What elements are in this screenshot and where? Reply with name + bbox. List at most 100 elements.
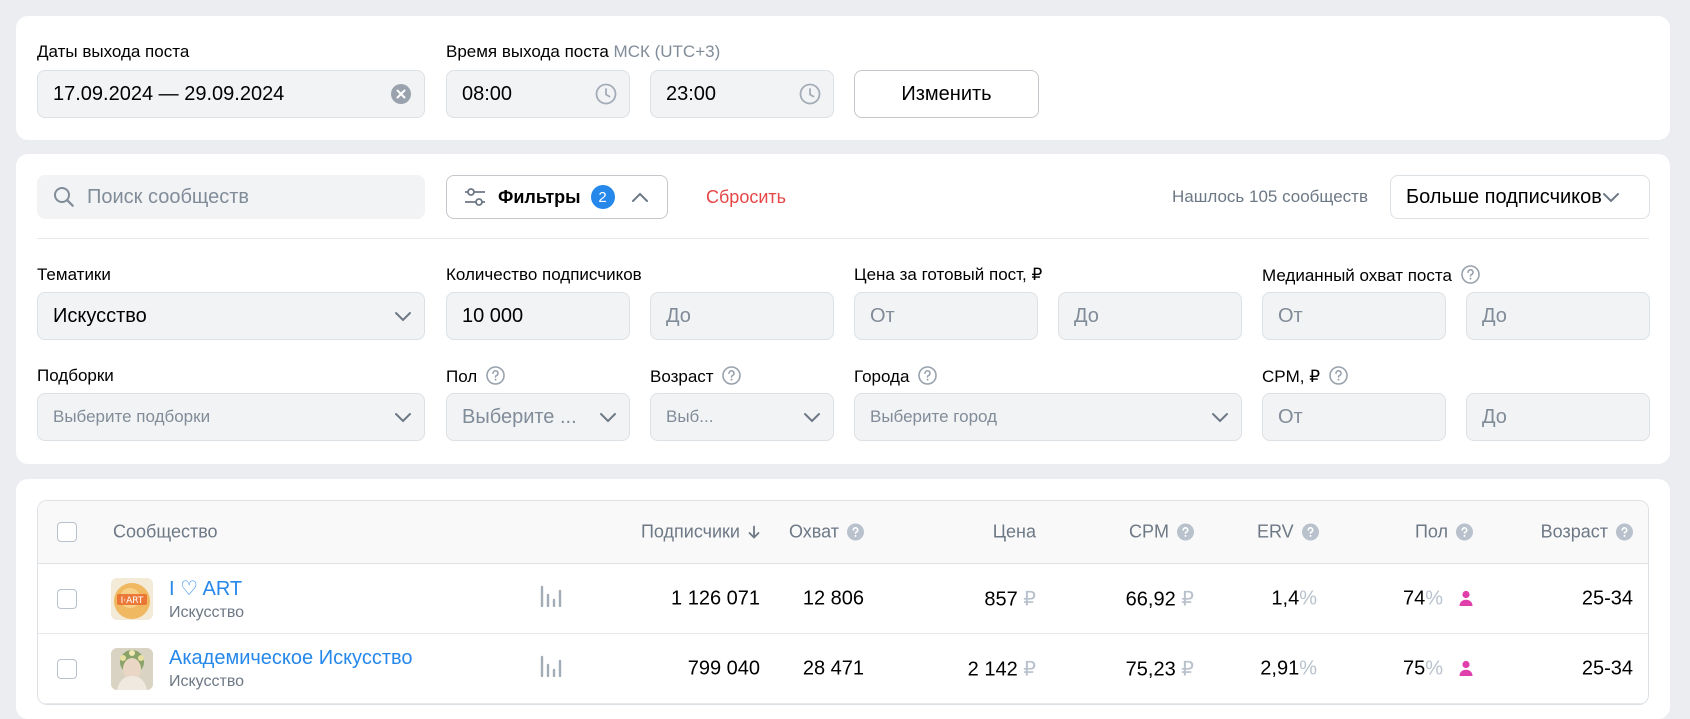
- header-community: Сообщество: [113, 521, 218, 542]
- age-select[interactable]: Выб...: [650, 393, 834, 441]
- help-icon[interactable]: [1456, 523, 1473, 541]
- age-value: 25-34: [1581, 587, 1633, 609]
- currency-unit: ₽: [1023, 588, 1036, 610]
- community-cell: I ♡ ART Искусство: [169, 576, 244, 622]
- chevron-up-icon: [631, 191, 649, 203]
- erv-value: 1,4: [1271, 587, 1300, 609]
- price-cell: 857 ₽: [984, 586, 1036, 611]
- subscribers-label: Количество подписчиков: [446, 265, 642, 284]
- gender-cell: 74%: [1403, 587, 1473, 610]
- time-from-field[interactable]: 08:00: [446, 70, 630, 118]
- sort-value: Больше подписчиков: [1406, 185, 1602, 208]
- chevron-down-icon: [394, 411, 412, 423]
- help-icon[interactable]: [1177, 523, 1194, 541]
- community-category: Искусство: [169, 603, 245, 621]
- header-reach-label: Охват: [788, 521, 839, 542]
- time-label-text: Время выхода поста: [446, 42, 609, 61]
- date-range-field[interactable]: 17.09.2024 — 29.09.2024: [37, 70, 425, 118]
- percent-unit: %: [1299, 657, 1317, 679]
- cities-select[interactable]: Выберите город: [854, 393, 1242, 441]
- reset-link[interactable]: Сбросить: [706, 187, 786, 208]
- reach-from-input[interactable]: От: [1262, 292, 1446, 340]
- header-age: Возраст: [1541, 522, 1633, 543]
- help-icon[interactable]: [1616, 523, 1633, 541]
- stats-icon[interactable]: [540, 655, 564, 683]
- row-checkbox[interactable]: [57, 658, 77, 679]
- chevron-down-icon: [394, 310, 412, 322]
- reach-value: 28 471: [802, 657, 864, 679]
- community-name-link[interactable]: Академическое Искусство: [169, 647, 413, 670]
- row-checkbox[interactable]: [57, 588, 77, 609]
- price-to-input[interactable]: До: [1058, 292, 1242, 340]
- cpm-value: 75,23: [1125, 658, 1176, 680]
- chevron-down-icon: [1211, 411, 1229, 423]
- reach-to-input[interactable]: До: [1466, 292, 1650, 340]
- cpm-to-input[interactable]: До: [1466, 393, 1650, 441]
- header-gender: Пол: [1415, 522, 1473, 543]
- gender-label: Пол: [446, 366, 505, 387]
- clear-icon[interactable]: [390, 83, 412, 105]
- subscribers-from-input[interactable]: 10 000: [446, 292, 630, 340]
- community-category: Искусство: [169, 672, 245, 690]
- gender-label-text: Пол: [446, 367, 478, 386]
- select-all-checkbox[interactable]: [57, 522, 77, 542]
- table-row: I·ART I ♡ ART Искусство 1 126 071 12 806…: [38, 564, 1648, 634]
- search-input[interactable]: Поиск сообществ: [37, 175, 425, 219]
- help-icon[interactable]: [847, 523, 864, 541]
- subscribers-value: 1 126 071: [671, 587, 760, 609]
- cpm-filter-label-text: CPM, ₽: [1262, 367, 1321, 386]
- gender-select[interactable]: Выберите ...: [446, 393, 630, 441]
- divider: [37, 238, 1649, 239]
- time-to-field[interactable]: 23:00: [650, 70, 834, 118]
- price-cell: 2 142 ₽: [968, 656, 1036, 681]
- gender-cell: 75%: [1403, 657, 1473, 680]
- gender-value: 74: [1402, 587, 1426, 609]
- stats-icon[interactable]: [540, 585, 564, 613]
- help-icon[interactable]: [1328, 366, 1348, 385]
- subscribers-to-input[interactable]: До: [650, 292, 834, 340]
- search-placeholder: Поиск сообществ: [87, 185, 250, 208]
- header-subscribers[interactable]: Подписчики: [641, 522, 760, 543]
- header-cpm-label: CPM: [1129, 521, 1169, 542]
- community-avatar[interactable]: I·ART: [111, 577, 153, 620]
- chevron-down-icon: [803, 411, 821, 423]
- help-icon[interactable]: [486, 366, 505, 385]
- subscribers-value: 799 040: [687, 657, 760, 679]
- collections-select[interactable]: Выберите подборки: [37, 393, 425, 441]
- filters-icon: [464, 188, 486, 206]
- themes-select[interactable]: Искусство: [37, 292, 425, 340]
- help-icon[interactable]: [918, 366, 937, 385]
- help-icon[interactable]: [1301, 523, 1319, 541]
- sort-select[interactable]: Больше подписчиков: [1390, 175, 1650, 219]
- help-icon[interactable]: [1460, 265, 1480, 284]
- filters-label: Фильтры: [498, 186, 581, 207]
- cpm-filter-label: CPM, ₽: [1262, 366, 1348, 387]
- community-name-link[interactable]: I ♡ ART: [169, 576, 244, 601]
- price-from-input[interactable]: От: [854, 292, 1038, 340]
- erv-cell: 1,4%: [1271, 587, 1317, 610]
- cpm-cell: 75,23 ₽: [1126, 656, 1194, 681]
- help-icon[interactable]: [722, 366, 742, 385]
- header-erv: ERV: [1257, 522, 1319, 543]
- search-icon: [53, 186, 75, 214]
- header-gender-label: Пол: [1414, 521, 1448, 542]
- erv-value: 2,91: [1260, 657, 1300, 679]
- percent-unit: %: [1299, 587, 1317, 609]
- filters-panel: Поиск сообществ Фильтры 2 Сбросить Нашло…: [16, 154, 1670, 464]
- header-reach: Охват: [789, 522, 864, 543]
- themes-label: Тематики: [37, 265, 111, 284]
- percent-unit: %: [1425, 587, 1443, 609]
- chevron-down-icon: [1602, 186, 1620, 209]
- change-button[interactable]: Изменить: [854, 70, 1039, 118]
- community-avatar[interactable]: [111, 647, 153, 690]
- time-from-value: 08:00: [462, 82, 513, 105]
- gender-value: 75: [1402, 657, 1426, 679]
- header-erv-label: ERV: [1257, 521, 1294, 542]
- filters-button[interactable]: Фильтры 2: [446, 175, 668, 219]
- time-to-value: 23:00: [666, 82, 717, 105]
- cpm-from-input[interactable]: От: [1262, 393, 1446, 441]
- reach-label-text: Медианный охват поста: [1262, 266, 1452, 285]
- themes-value: Искусство: [53, 304, 147, 327]
- currency-unit: ₽: [1181, 588, 1194, 610]
- clock-icon: [799, 83, 821, 105]
